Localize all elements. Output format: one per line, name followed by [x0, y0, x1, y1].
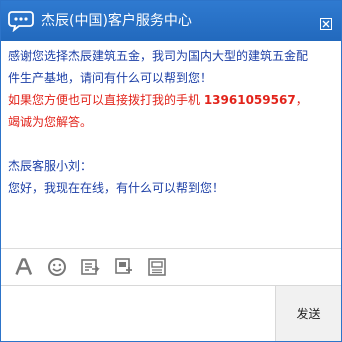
phone-message-prefix: 如果您方便也可以直接拨打我的手机: [8, 93, 204, 107]
font-icon[interactable]: [14, 257, 34, 277]
chat-bubble-icon: [8, 10, 34, 33]
welcome-message: 感谢您选择杰辰建筑五金，我司为国内大型的建筑五金配件生产基地，请问有什么可以帮到…: [8, 49, 309, 85]
chat-history-icon[interactable]: [147, 257, 167, 277]
agent-message: 您好，我现在在线，有什么可以帮到您！: [8, 181, 225, 195]
emoji-icon[interactable]: [47, 257, 67, 277]
phone-number: 13961059567: [203, 93, 296, 107]
file-send-icon[interactable]: [114, 257, 134, 277]
close-icon[interactable]: [320, 15, 332, 30]
message-input[interactable]: [1, 286, 275, 341]
window-title: 杰辰(中国)客户服务中心: [41, 13, 192, 29]
phone-message: 如果您方便也可以直接拨打我的手机 13961059567，竭诚为您解答。: [8, 89, 311, 133]
chat-history: 感谢您选择杰辰建筑五金，我司为国内大型的建筑五金配件生产基地，请问有什么可以帮到…: [1, 41, 321, 246]
send-button[interactable]: 发送: [276, 285, 341, 341]
chat-window: 杰辰(中国)客户服务中心 感谢您选择杰辰建筑五金，我司为国内大型的建筑五金配件生…: [0, 0, 342, 342]
screenshot-icon[interactable]: [80, 257, 100, 277]
title-bar: 杰辰(中国)客户服务中心: [1, 1, 341, 41]
agent-name: 杰辰客服小刘：: [8, 159, 93, 173]
toolbar: [1, 249, 341, 285]
message-input-area: [1, 285, 276, 341]
